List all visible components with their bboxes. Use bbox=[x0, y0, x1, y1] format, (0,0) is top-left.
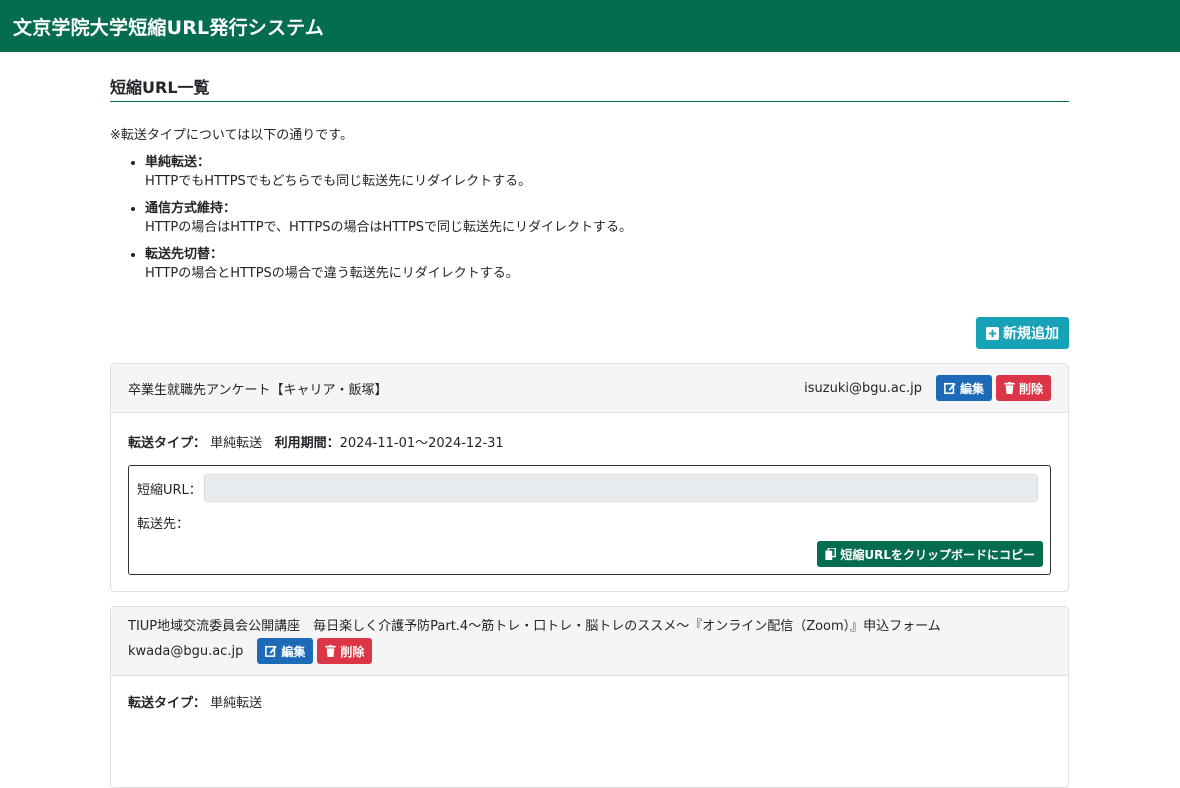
period-value: 2024-11-01〜2024-12-31 bbox=[339, 436, 504, 451]
list-item: 単純転送： HTTPでもHTTPSでもどちらでも同じ転送先にリダイレクトする。 bbox=[145, 153, 1069, 191]
owner-email: kwada@bgu.ac.jp bbox=[128, 643, 244, 659]
plus-square-icon bbox=[986, 326, 999, 340]
page-title: 短縮URL一覧 bbox=[110, 74, 1069, 102]
type-name: 単純転送： bbox=[145, 155, 211, 170]
app-title: 文京学院大学短縮URL発行システム bbox=[13, 16, 324, 39]
edit-label: 編集 bbox=[281, 644, 306, 659]
edit-icon bbox=[265, 645, 277, 657]
entry-meta: 転送タイプ： 単純転送 利用期間：2024-11-01〜2024-12-31 bbox=[128, 432, 1051, 451]
type-desc: HTTPの場合とHTTPSの場合で違う転送先にリダイレクトする。 bbox=[145, 266, 519, 281]
type-name: 通信方式維持： bbox=[145, 201, 237, 216]
app-header: 文京学院大学短縮URL発行システム bbox=[0, 0, 1180, 52]
trash-icon bbox=[1004, 382, 1015, 394]
add-new-label: 新規追加 bbox=[1003, 326, 1059, 342]
delete-label: 削除 bbox=[340, 644, 365, 659]
transfer-type-label: 転送タイプ： bbox=[128, 696, 207, 711]
url-box: 短縮URL： 転送先： 短縮URLをクリップボードにコピー bbox=[128, 465, 1051, 575]
destination-row: 転送先： bbox=[137, 513, 189, 532]
copy-url-label: 短縮URLをクリップボードにコピー bbox=[840, 547, 1035, 562]
entry-meta: 転送タイプ： 単純転送 bbox=[128, 692, 1051, 711]
list-item: 通信方式維持： HTTPの場合はHTTPで、HTTPSの場合はHTTPSで同じ転… bbox=[145, 199, 1069, 237]
transfer-type-note: ※転送タイプについては以下の通りです。 bbox=[110, 128, 353, 143]
entry-title: TIUP地域交流委員会公開講座 毎日楽しく介護予防Part.4〜筋トレ・口トレ・… bbox=[128, 619, 941, 634]
transfer-type-list: 単純転送： HTTPでもHTTPSでもどちらでも同じ転送先にリダイレクトする。 … bbox=[110, 153, 1069, 283]
card-body: 転送タイプ： 単純転送 bbox=[111, 692, 1068, 711]
type-desc: HTTPの場合はHTTPで、HTTPSの場合はHTTPSで同じ転送先にリダイレク… bbox=[145, 220, 633, 235]
owner-email: isuzuki@bgu.ac.jp bbox=[804, 380, 922, 396]
short-url-label: 短縮URL： bbox=[137, 482, 202, 498]
main-content: 短縮URL一覧 ※転送タイプについては以下の通りです。 単純転送： HTTPでも… bbox=[110, 74, 1069, 788]
entry-actions: isuzuki@bgu.ac.jp 編集 削除 bbox=[804, 375, 1051, 401]
trash-icon bbox=[325, 645, 337, 657]
type-name: 転送先切替： bbox=[145, 247, 224, 262]
card-header: TIUP地域交流委員会公開講座 毎日楽しく介護予防Part.4〜筋トレ・口トレ・… bbox=[111, 607, 1068, 676]
card-header: 卒業生就職先アンケート【キャリア・飯塚】 isuzuki@bgu.ac.jp 編… bbox=[111, 364, 1068, 413]
transfer-type-label: 転送タイプ： bbox=[128, 436, 207, 451]
card-body: 転送タイプ： 単純転送 利用期間：2024-11-01〜2024-12-31 短… bbox=[111, 432, 1068, 575]
add-new-button[interactable]: 新規追加 bbox=[976, 317, 1069, 349]
short-url-field[interactable] bbox=[203, 474, 1038, 502]
edit-icon bbox=[944, 382, 956, 394]
delete-button[interactable]: 削除 bbox=[995, 375, 1051, 401]
destination-label: 転送先： bbox=[137, 517, 190, 532]
period-label: 利用期間： bbox=[274, 436, 340, 451]
edit-label: 編集 bbox=[959, 381, 984, 396]
entry-actions: kwada@bgu.ac.jp 編集 削除 bbox=[128, 638, 1051, 664]
short-url-row: 短縮URL： bbox=[137, 474, 1038, 502]
delete-label: 削除 bbox=[1018, 381, 1043, 396]
edit-button[interactable]: 編集 bbox=[935, 375, 992, 401]
transfer-type-value: 単純転送 bbox=[210, 436, 263, 451]
copy-url-button[interactable]: 短縮URLをクリップボードにコピー bbox=[817, 541, 1043, 567]
url-entry-card: 卒業生就職先アンケート【キャリア・飯塚】 isuzuki@bgu.ac.jp 編… bbox=[110, 363, 1069, 592]
entry-title: 卒業生就職先アンケート【キャリア・飯塚】 bbox=[128, 382, 388, 398]
transfer-type-value: 単純転送 bbox=[210, 696, 263, 711]
type-desc: HTTPでもHTTPSでもどちらでも同じ転送先にリダイレクトする。 bbox=[145, 174, 532, 189]
copy-icon bbox=[825, 548, 837, 560]
edit-button[interactable]: 編集 bbox=[257, 638, 314, 664]
url-entry-card: TIUP地域交流委員会公開講座 毎日楽しく介護予防Part.4〜筋トレ・口トレ・… bbox=[110, 606, 1069, 788]
delete-button[interactable]: 削除 bbox=[317, 638, 373, 664]
list-item: 転送先切替： HTTPの場合とHTTPSの場合で違う転送先にリダイレクトする。 bbox=[145, 245, 1069, 283]
